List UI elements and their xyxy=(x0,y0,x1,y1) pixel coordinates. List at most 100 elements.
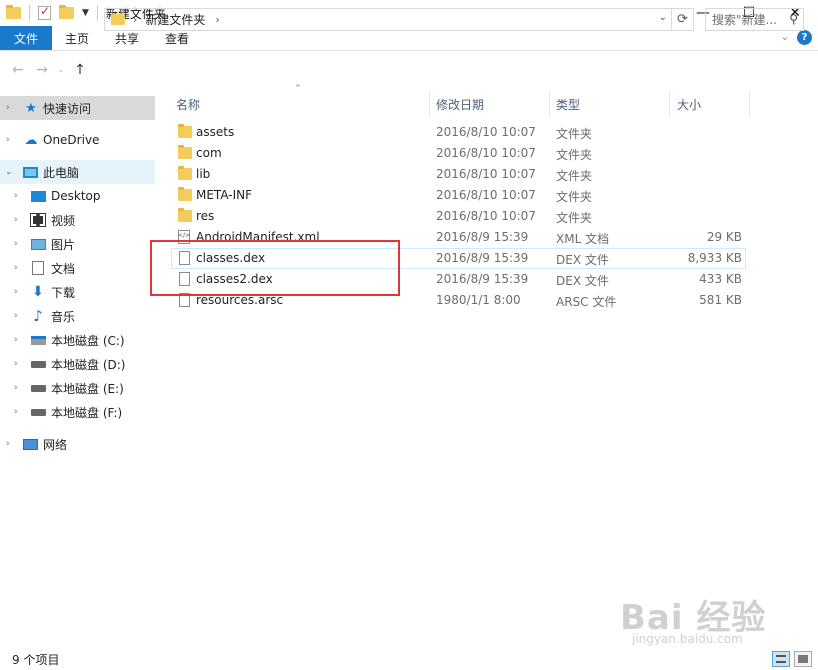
file-type: ARSC 文件 xyxy=(556,295,617,309)
sidebar-item-drive-c[interactable]: › 本地磁盘 (C:) xyxy=(0,328,155,352)
sidebar-item-this-pc[interactable]: ⌄ 此电脑 xyxy=(0,160,155,184)
folder-icon[interactable] xyxy=(6,5,21,19)
search-placeholder: 搜索"新建... xyxy=(712,13,777,27)
sidebar-item-label: 本地磁盘 (F:) xyxy=(51,405,123,420)
file-size: 581 KB xyxy=(699,293,742,307)
chevron-right-icon[interactable]: › xyxy=(215,13,219,26)
chevron-right-icon[interactable]: › xyxy=(6,135,10,145)
computer-icon xyxy=(22,165,38,179)
column-header-name[interactable]: 名称 xyxy=(176,91,426,117)
forward-arrow-icon[interactable]: → xyxy=(30,62,54,78)
file-name: META-INF xyxy=(196,188,253,202)
picture-icon xyxy=(30,237,46,251)
chevron-right-icon[interactable]: › xyxy=(133,13,137,26)
file-size: 433 KB xyxy=(699,272,742,286)
breadcrumb-current[interactable]: 新建文件夹 xyxy=(145,11,205,28)
column-header-size[interactable]: 大小 xyxy=(677,91,747,117)
search-input[interactable]: 搜索"新建... ⚲ xyxy=(705,8,804,31)
sidebar-item-pictures[interactable]: › 图片 xyxy=(0,232,155,256)
file-date: 2016/8/9 15:39 xyxy=(436,230,529,244)
sidebar-item-label: 本地磁盘 (D:) xyxy=(51,357,126,372)
file-row[interactable]: META-INF 2016/8/10 10:07 文件夹 xyxy=(171,185,746,206)
tab-home[interactable]: 主页 xyxy=(52,26,102,50)
view-switcher xyxy=(772,651,812,667)
sidebar-item-drive-f[interactable]: › 本地磁盘 (F:) xyxy=(0,400,155,424)
sidebar-item-label: 本地磁盘 (C:) xyxy=(51,333,125,348)
column-divider[interactable] xyxy=(429,91,430,117)
folder-icon xyxy=(178,166,192,180)
drive-icon xyxy=(30,381,46,395)
chevron-right-icon[interactable]: › xyxy=(14,335,18,345)
sidebar-item-network[interactable]: › 网络 xyxy=(0,432,155,456)
star-icon: ★ xyxy=(25,100,37,116)
file-icon xyxy=(178,293,190,308)
file-type: XML 文档 xyxy=(556,232,610,246)
file-row[interactable]: res 2016/8/10 10:07 文件夹 xyxy=(171,206,746,227)
sidebar-item-label: Desktop xyxy=(51,189,101,203)
file-type: 文件夹 xyxy=(556,127,593,141)
file-type: 文件夹 xyxy=(556,169,593,183)
item-count: 9 个项目 xyxy=(12,652,60,667)
sidebar-item-drive-e[interactable]: › 本地磁盘 (E:) xyxy=(0,376,155,400)
expand-ribbon-icon[interactable]: ⌄ xyxy=(781,32,789,43)
up-arrow-icon[interactable]: ↑ xyxy=(68,62,92,78)
chevron-right-icon[interactable]: › xyxy=(6,439,10,449)
sidebar-item-downloads[interactable]: › ⬇ 下载 xyxy=(0,280,155,304)
details-view-icon[interactable] xyxy=(772,651,790,667)
chevron-right-icon[interactable]: › xyxy=(14,215,18,225)
customize-dropdown-icon[interactable]: ▼ xyxy=(82,8,89,18)
network-icon xyxy=(22,437,38,451)
chevron-right-icon[interactable]: › xyxy=(14,383,18,393)
refresh-button[interactable]: ⟳ xyxy=(672,8,694,31)
sidebar-item-documents[interactable]: › 文档 xyxy=(0,256,155,280)
toolbar-divider xyxy=(96,5,98,21)
sidebar-item-videos[interactable]: › 视频 xyxy=(0,208,155,232)
large-icons-view-icon[interactable] xyxy=(794,651,812,667)
help-icon[interactable]: ? xyxy=(797,30,812,45)
drive-icon xyxy=(30,405,46,419)
sidebar-item-label: 本地磁盘 (E:) xyxy=(51,381,124,396)
file-name: lib xyxy=(196,167,211,181)
column-divider[interactable] xyxy=(549,91,550,117)
column-header-type[interactable]: 类型 xyxy=(556,91,666,117)
file-type: DEX 文件 xyxy=(556,274,609,288)
watermark-logo: Bai 经验 jingyan.baidu.com xyxy=(620,590,810,650)
folder-icon xyxy=(178,145,192,159)
navigation-pane: › ★ 快速访问 › ☁ OneDrive ⌄ 此电脑 › Desktop › … xyxy=(0,89,155,645)
sidebar-item-drive-d[interactable]: › 本地磁盘 (D:) xyxy=(0,352,155,376)
file-date: 1980/1/1 8:00 xyxy=(436,293,521,307)
chevron-down-icon[interactable]: ⌄ xyxy=(5,167,13,177)
sidebar-item-quick-access[interactable]: › ★ 快速访问 xyxy=(0,96,155,120)
document-icon xyxy=(30,261,46,275)
new-folder-icon[interactable] xyxy=(59,5,74,19)
sidebar-item-onedrive[interactable]: › ☁ OneDrive xyxy=(0,128,155,152)
chevron-right-icon[interactable]: › xyxy=(6,103,10,113)
chevron-right-icon[interactable]: › xyxy=(14,311,18,321)
back-arrow-icon[interactable]: ← xyxy=(6,62,30,78)
chevron-right-icon[interactable]: › xyxy=(14,263,18,273)
chevron-right-icon[interactable]: › xyxy=(14,191,18,201)
file-row[interactable]: com 2016/8/10 10:07 文件夹 xyxy=(171,143,746,164)
chevron-right-icon[interactable]: › xyxy=(14,287,18,297)
column-divider[interactable] xyxy=(669,91,670,117)
file-row[interactable]: assets 2016/8/10 10:07 文件夹 xyxy=(171,122,746,143)
address-bar[interactable]: › 新建文件夹 › ⌄ xyxy=(104,8,672,31)
sidebar-item-label: 快速访问 xyxy=(43,101,92,116)
tab-file[interactable]: 文件 xyxy=(0,26,52,50)
chevron-right-icon[interactable]: › xyxy=(14,239,18,249)
sidebar-item-music[interactable]: › ♪ 音乐 xyxy=(0,304,155,328)
column-header-date[interactable]: 修改日期 xyxy=(436,91,546,117)
chevron-right-icon[interactable]: › xyxy=(14,407,18,417)
chevron-right-icon[interactable]: › xyxy=(14,359,18,369)
search-icon[interactable]: ⚲ xyxy=(789,12,798,26)
folder-icon xyxy=(178,187,192,201)
recent-locations-icon[interactable]: ⌄ xyxy=(54,65,68,75)
chevron-down-icon[interactable]: ⌄ xyxy=(659,12,667,23)
properties-icon[interactable] xyxy=(38,4,51,20)
column-divider[interactable] xyxy=(749,91,750,117)
status-bar: 9 个项目 xyxy=(0,648,818,670)
sidebar-item-desktop[interactable]: › Desktop xyxy=(0,184,155,208)
quick-access-toolbar: ▼ xyxy=(0,0,98,26)
file-row[interactable]: lib 2016/8/10 10:07 文件夹 xyxy=(171,164,746,185)
sidebar-item-label: 音乐 xyxy=(51,309,76,324)
